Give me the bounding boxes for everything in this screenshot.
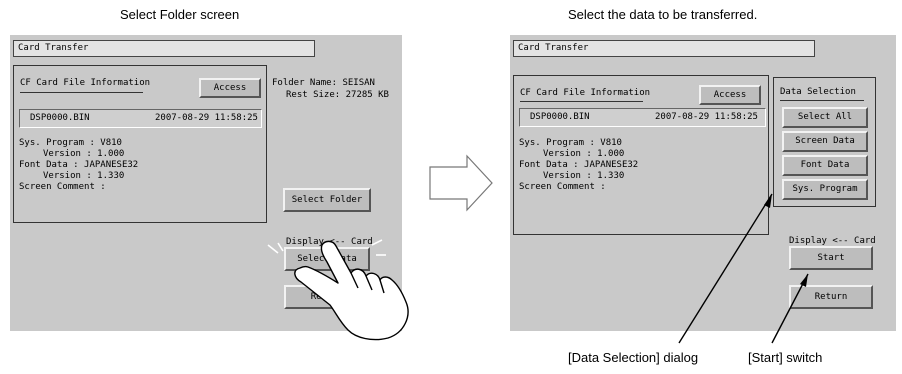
select-folder-button[interactable]: Select Folder bbox=[283, 188, 371, 212]
caption-start-switch: [Start] switch bbox=[748, 350, 823, 365]
caption-left: Select Folder screen bbox=[120, 7, 240, 22]
screen-data-selection: Card Transfer CF Card File Information A… bbox=[510, 35, 896, 331]
section-label: CF Card File Information bbox=[520, 88, 651, 98]
font-data-button[interactable]: Font Data bbox=[782, 155, 868, 176]
screen-comment-line: Screen Comment : bbox=[19, 182, 106, 192]
data-selection-label: Data Selection bbox=[780, 87, 856, 97]
sys-program-line: Sys. Program : V810 bbox=[519, 138, 622, 148]
caption-data-selection-dialog: [Data Selection] dialog bbox=[568, 350, 699, 365]
file-datetime: 2007-08-29 11:58:25 bbox=[155, 113, 258, 123]
display-card-label: Display <-- Card bbox=[286, 237, 373, 247]
font-version-line: Version : 1.330 bbox=[43, 171, 125, 181]
file-name: DSP0000.BIN bbox=[530, 112, 590, 122]
start-button[interactable]: Start bbox=[789, 246, 873, 270]
window-title: Card Transfer bbox=[13, 40, 315, 57]
file-row[interactable]: DSP0000.BIN 2007-08-29 11:58:25 bbox=[519, 108, 766, 127]
font-version-line: Version : 1.330 bbox=[543, 171, 625, 181]
return-button[interactable]: Return bbox=[789, 285, 873, 309]
sys-program-line: Sys. Program : V810 bbox=[19, 138, 122, 148]
data-selection-underline bbox=[780, 100, 864, 101]
file-info-panel: CF Card File Information Access DSP0000.… bbox=[513, 75, 769, 235]
select-data-button[interactable]: Select Data bbox=[284, 247, 370, 271]
return-button[interactable]: Return bbox=[284, 285, 370, 309]
file-name: DSP0000.BIN bbox=[30, 113, 90, 123]
sys-version-line: Version : 1.000 bbox=[43, 149, 125, 159]
font-data-line: Font Data : JAPANESE32 bbox=[19, 160, 139, 170]
file-datetime: 2007-08-29 11:58:25 bbox=[655, 112, 758, 122]
file-row[interactable]: DSP0000.BIN 2007-08-29 11:58:25 bbox=[19, 109, 262, 128]
folder-name-line: Folder Name: SEISAN bbox=[272, 78, 375, 88]
section-underline bbox=[20, 92, 143, 93]
screen-select-folder: Card Transfer CF Card File Information A… bbox=[10, 35, 402, 331]
sys-version-line: Version : 1.000 bbox=[543, 149, 625, 159]
caption-right: Select the data to be transferred. bbox=[568, 7, 758, 22]
rest-size-line: Rest Size: 27285 KB bbox=[286, 90, 389, 100]
section-underline bbox=[520, 101, 643, 102]
display-card-label: Display <-- Card bbox=[789, 236, 876, 246]
sys-program-button[interactable]: Sys. Program bbox=[782, 179, 868, 200]
font-data-line: Font Data : JAPANESE32 bbox=[519, 160, 639, 170]
screen-comment-line: Screen Comment : bbox=[519, 182, 606, 192]
file-info-panel: CF Card File Information Access DSP0000.… bbox=[13, 65, 267, 223]
data-selection-dialog: Data Selection Select All Screen Data Fo… bbox=[773, 77, 876, 207]
window-title: Card Transfer bbox=[513, 40, 815, 57]
access-button[interactable]: Access bbox=[699, 85, 761, 105]
access-button[interactable]: Access bbox=[199, 78, 261, 98]
select-all-button[interactable]: Select All bbox=[782, 107, 868, 128]
section-label: CF Card File Information bbox=[20, 78, 151, 88]
screen-data-button[interactable]: Screen Data bbox=[782, 131, 868, 152]
